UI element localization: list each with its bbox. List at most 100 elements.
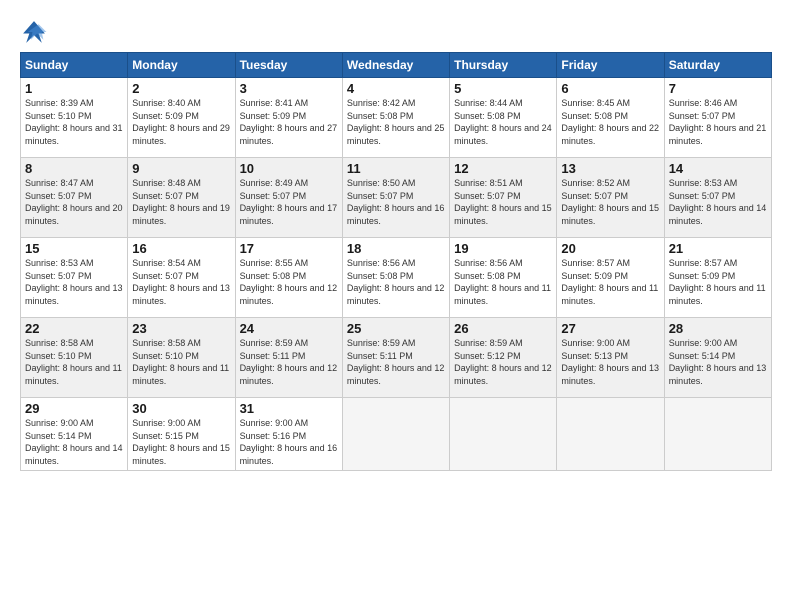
calendar-cell: 9 Sunrise: 8:48 AMSunset: 5:07 PMDayligh… — [128, 158, 235, 238]
calendar-cell: 1 Sunrise: 8:39 AMSunset: 5:10 PMDayligh… — [21, 78, 128, 158]
day-info: Sunrise: 8:54 AMSunset: 5:07 PMDaylight:… — [132, 257, 230, 307]
calendar-cell — [664, 398, 771, 471]
calendar-cell: 19 Sunrise: 8:56 AMSunset: 5:08 PMDaylig… — [450, 238, 557, 318]
day-number: 26 — [454, 321, 552, 336]
calendar-cell: 28 Sunrise: 9:00 AMSunset: 5:14 PMDaylig… — [664, 318, 771, 398]
day-number: 5 — [454, 81, 552, 96]
day-number: 13 — [561, 161, 659, 176]
day-number: 17 — [240, 241, 338, 256]
day-info: Sunrise: 8:59 AMSunset: 5:11 PMDaylight:… — [240, 337, 338, 387]
day-info: Sunrise: 8:41 AMSunset: 5:09 PMDaylight:… — [240, 97, 338, 147]
day-number: 27 — [561, 321, 659, 336]
day-info: Sunrise: 9:00 AMSunset: 5:16 PMDaylight:… — [240, 417, 338, 467]
day-info: Sunrise: 8:50 AMSunset: 5:07 PMDaylight:… — [347, 177, 445, 227]
logo — [20, 18, 52, 46]
logo-icon — [20, 18, 48, 46]
day-number: 31 — [240, 401, 338, 416]
weekday-header-wednesday: Wednesday — [342, 53, 449, 78]
header — [20, 18, 772, 46]
calendar-cell: 3 Sunrise: 8:41 AMSunset: 5:09 PMDayligh… — [235, 78, 342, 158]
day-number: 15 — [25, 241, 123, 256]
day-number: 14 — [669, 161, 767, 176]
day-info: Sunrise: 8:44 AMSunset: 5:08 PMDaylight:… — [454, 97, 552, 147]
day-number: 18 — [347, 241, 445, 256]
day-number: 22 — [25, 321, 123, 336]
day-info: Sunrise: 8:42 AMSunset: 5:08 PMDaylight:… — [347, 97, 445, 147]
weekday-header-tuesday: Tuesday — [235, 53, 342, 78]
calendar-cell: 26 Sunrise: 8:59 AMSunset: 5:12 PMDaylig… — [450, 318, 557, 398]
day-number: 24 — [240, 321, 338, 336]
day-number: 19 — [454, 241, 552, 256]
calendar-cell: 17 Sunrise: 8:55 AMSunset: 5:08 PMDaylig… — [235, 238, 342, 318]
day-info: Sunrise: 9:00 AMSunset: 5:15 PMDaylight:… — [132, 417, 230, 467]
calendar-cell: 25 Sunrise: 8:59 AMSunset: 5:11 PMDaylig… — [342, 318, 449, 398]
calendar-cell: 24 Sunrise: 8:59 AMSunset: 5:11 PMDaylig… — [235, 318, 342, 398]
day-number: 11 — [347, 161, 445, 176]
day-number: 8 — [25, 161, 123, 176]
day-number: 9 — [132, 161, 230, 176]
weekday-header-row: SundayMondayTuesdayWednesdayThursdayFrid… — [21, 53, 772, 78]
day-number: 12 — [454, 161, 552, 176]
day-number: 4 — [347, 81, 445, 96]
day-number: 2 — [132, 81, 230, 96]
calendar-cell: 18 Sunrise: 8:56 AMSunset: 5:08 PMDaylig… — [342, 238, 449, 318]
day-info: Sunrise: 8:39 AMSunset: 5:10 PMDaylight:… — [25, 97, 123, 147]
day-info: Sunrise: 8:55 AMSunset: 5:08 PMDaylight:… — [240, 257, 338, 307]
calendar-cell: 22 Sunrise: 8:58 AMSunset: 5:10 PMDaylig… — [21, 318, 128, 398]
day-info: Sunrise: 8:53 AMSunset: 5:07 PMDaylight:… — [25, 257, 123, 307]
day-info: Sunrise: 8:45 AMSunset: 5:08 PMDaylight:… — [561, 97, 659, 147]
day-number: 10 — [240, 161, 338, 176]
calendar-cell: 10 Sunrise: 8:49 AMSunset: 5:07 PMDaylig… — [235, 158, 342, 238]
day-info: Sunrise: 8:40 AMSunset: 5:09 PMDaylight:… — [132, 97, 230, 147]
day-number: 6 — [561, 81, 659, 96]
calendar-cell: 2 Sunrise: 8:40 AMSunset: 5:09 PMDayligh… — [128, 78, 235, 158]
calendar-cell: 11 Sunrise: 8:50 AMSunset: 5:07 PMDaylig… — [342, 158, 449, 238]
day-info: Sunrise: 9:00 AMSunset: 5:14 PMDaylight:… — [25, 417, 123, 467]
day-info: Sunrise: 9:00 AMSunset: 5:13 PMDaylight:… — [561, 337, 659, 387]
day-info: Sunrise: 8:51 AMSunset: 5:07 PMDaylight:… — [454, 177, 552, 227]
day-info: Sunrise: 8:52 AMSunset: 5:07 PMDaylight:… — [561, 177, 659, 227]
calendar-cell: 8 Sunrise: 8:47 AMSunset: 5:07 PMDayligh… — [21, 158, 128, 238]
day-number: 3 — [240, 81, 338, 96]
week-row-5: 29 Sunrise: 9:00 AMSunset: 5:14 PMDaylig… — [21, 398, 772, 471]
day-number: 28 — [669, 321, 767, 336]
calendar-cell: 31 Sunrise: 9:00 AMSunset: 5:16 PMDaylig… — [235, 398, 342, 471]
day-info: Sunrise: 8:58 AMSunset: 5:10 PMDaylight:… — [25, 337, 123, 387]
calendar-cell: 20 Sunrise: 8:57 AMSunset: 5:09 PMDaylig… — [557, 238, 664, 318]
weekday-header-friday: Friday — [557, 53, 664, 78]
week-row-2: 8 Sunrise: 8:47 AMSunset: 5:07 PMDayligh… — [21, 158, 772, 238]
calendar-cell: 12 Sunrise: 8:51 AMSunset: 5:07 PMDaylig… — [450, 158, 557, 238]
calendar-cell: 27 Sunrise: 9:00 AMSunset: 5:13 PMDaylig… — [557, 318, 664, 398]
day-number: 16 — [132, 241, 230, 256]
calendar-cell: 7 Sunrise: 8:46 AMSunset: 5:07 PMDayligh… — [664, 78, 771, 158]
weekday-header-thursday: Thursday — [450, 53, 557, 78]
day-info: Sunrise: 8:58 AMSunset: 5:10 PMDaylight:… — [132, 337, 230, 387]
calendar-cell: 4 Sunrise: 8:42 AMSunset: 5:08 PMDayligh… — [342, 78, 449, 158]
calendar-cell: 5 Sunrise: 8:44 AMSunset: 5:08 PMDayligh… — [450, 78, 557, 158]
day-number: 29 — [25, 401, 123, 416]
day-info: Sunrise: 8:48 AMSunset: 5:07 PMDaylight:… — [132, 177, 230, 227]
week-row-4: 22 Sunrise: 8:58 AMSunset: 5:10 PMDaylig… — [21, 318, 772, 398]
calendar-cell: 21 Sunrise: 8:57 AMSunset: 5:09 PMDaylig… — [664, 238, 771, 318]
day-info: Sunrise: 8:56 AMSunset: 5:08 PMDaylight:… — [347, 257, 445, 307]
calendar-table: SundayMondayTuesdayWednesdayThursdayFrid… — [20, 52, 772, 471]
calendar-cell: 29 Sunrise: 9:00 AMSunset: 5:14 PMDaylig… — [21, 398, 128, 471]
day-number: 30 — [132, 401, 230, 416]
day-info: Sunrise: 8:59 AMSunset: 5:11 PMDaylight:… — [347, 337, 445, 387]
day-number: 25 — [347, 321, 445, 336]
day-info: Sunrise: 9:00 AMSunset: 5:14 PMDaylight:… — [669, 337, 767, 387]
day-info: Sunrise: 8:49 AMSunset: 5:07 PMDaylight:… — [240, 177, 338, 227]
calendar-cell: 23 Sunrise: 8:58 AMSunset: 5:10 PMDaylig… — [128, 318, 235, 398]
calendar-cell: 13 Sunrise: 8:52 AMSunset: 5:07 PMDaylig… — [557, 158, 664, 238]
calendar-cell: 16 Sunrise: 8:54 AMSunset: 5:07 PMDaylig… — [128, 238, 235, 318]
calendar-cell: 14 Sunrise: 8:53 AMSunset: 5:07 PMDaylig… — [664, 158, 771, 238]
day-info: Sunrise: 8:56 AMSunset: 5:08 PMDaylight:… — [454, 257, 552, 307]
week-row-1: 1 Sunrise: 8:39 AMSunset: 5:10 PMDayligh… — [21, 78, 772, 158]
day-number: 21 — [669, 241, 767, 256]
day-number: 1 — [25, 81, 123, 96]
day-info: Sunrise: 8:47 AMSunset: 5:07 PMDaylight:… — [25, 177, 123, 227]
weekday-header-sunday: Sunday — [21, 53, 128, 78]
day-info: Sunrise: 8:46 AMSunset: 5:07 PMDaylight:… — [669, 97, 767, 147]
calendar-cell: 30 Sunrise: 9:00 AMSunset: 5:15 PMDaylig… — [128, 398, 235, 471]
day-info: Sunrise: 8:59 AMSunset: 5:12 PMDaylight:… — [454, 337, 552, 387]
